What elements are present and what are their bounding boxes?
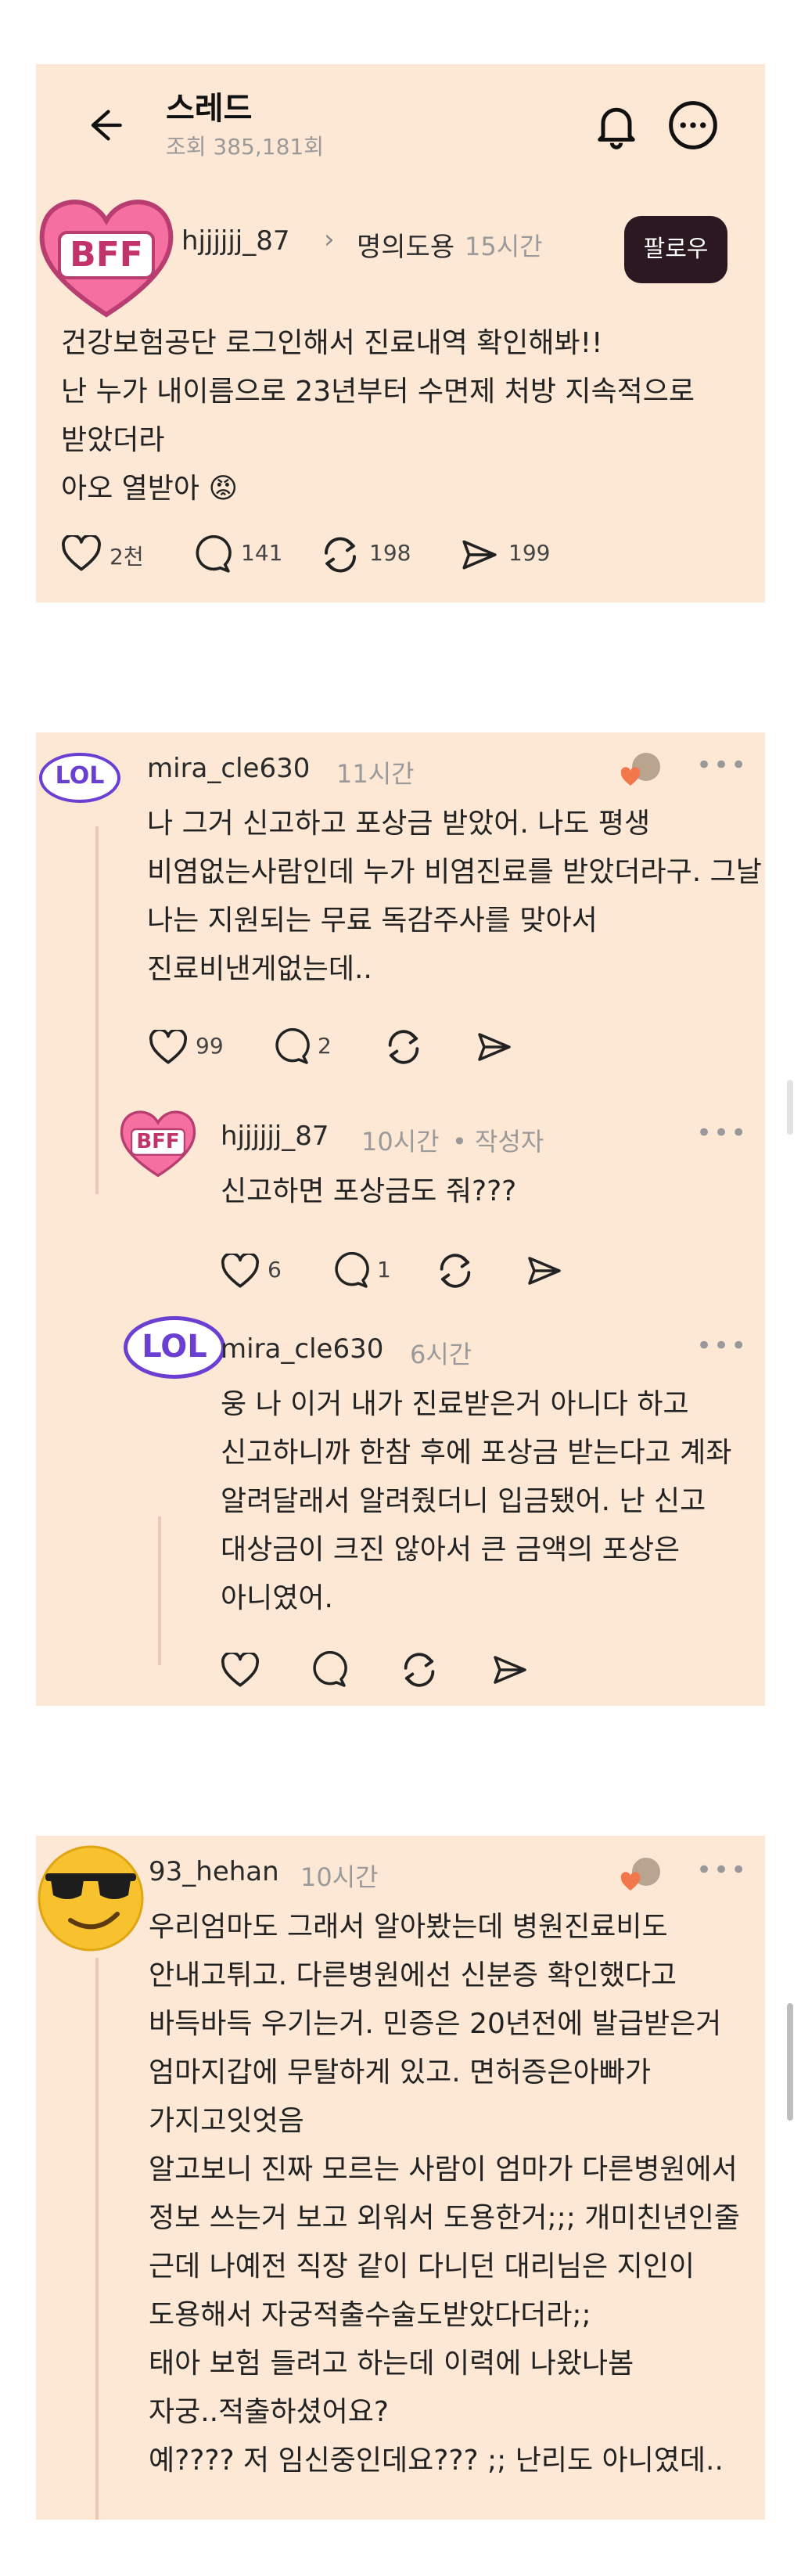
author-tag: • 작성자 <box>452 1127 544 1157</box>
reply-line: 알려달래서 알려줬더니 입금됐어. 난 신고 <box>221 1485 706 1517</box>
post-line: 받았더라 <box>61 424 165 456</box>
post-body: 건강보험공단 로그인해서 진료내역 확인해봐!! 난 누가 내이름으로 23년부… <box>61 319 695 513</box>
scrollbar-track-mark <box>787 1080 793 1135</box>
thread-line <box>95 826 99 1194</box>
post-time: 15시간 <box>465 232 543 261</box>
reply-line: 신고하니까 한참 후에 포상금 받는다고 계좌 <box>221 1437 732 1469</box>
reply-line: 엄마지갑에 무탈하게 있고. 면허증은아빠가 <box>149 2056 651 2089</box>
reply-more-icon[interactable]: ••• <box>696 750 748 781</box>
reply-line: 나 그거 신고하고 포상금 받았어. 나도 평생 <box>147 808 651 840</box>
heart-icon[interactable] <box>61 535 102 573</box>
reply-time: 10시간 <box>300 1862 379 1892</box>
reply-line: 아니였어. <box>221 1582 333 1614</box>
reply-more-icon[interactable]: ••• <box>696 1855 748 1886</box>
reply-line: 우리엄마도 그래서 알아봤는데 병원진료비도 <box>149 1911 668 1943</box>
like-count: 6 <box>268 1257 282 1283</box>
more-options-icon[interactable] <box>666 99 720 152</box>
reply-line: 근데 나예전 직장 같이 다니던 대리님은 지인이 <box>149 2250 695 2283</box>
reply-username[interactable]: mira_cle630 <box>147 753 310 784</box>
follow-button[interactable]: 팔로우 <box>624 216 727 283</box>
comment-icon[interactable] <box>332 1252 369 1290</box>
repost-icon[interactable] <box>399 1650 440 1690</box>
reply-line: 웅 나 이거 내가 진료받은거 아니다 하고 <box>221 1388 689 1420</box>
comment-icon[interactable] <box>272 1028 310 1066</box>
reply-card: 93_hehan 10시간 ••• 우리엄마도 그래서 알아봤는데 병원진료비도… <box>36 1836 765 2520</box>
reply-line: 나는 지원되는 무료 독감주사를 맞아서 <box>147 905 598 937</box>
reply-line: 신고하면 포상금도 줘??? <box>221 1175 517 1207</box>
reply-username[interactable]: hjjjjjj_87 <box>221 1121 329 1152</box>
avatar-label: LOL <box>142 1329 207 1365</box>
chevron-right-icon: › <box>324 224 335 255</box>
reply-more-icon[interactable]: ••• <box>696 1117 748 1149</box>
share-icon[interactable] <box>458 535 499 574</box>
reply-line: 정보 쓰는거 보고 외워서 도용한거;;; 개미친년인줄 <box>149 2202 741 2234</box>
reply-line: 진료비낸게없는데.. <box>147 953 372 985</box>
comment-count: 1 <box>377 1257 391 1283</box>
comment-count: 2 <box>318 1033 332 1059</box>
reply-body: 웅 나 이거 내가 진료받은거 아니다 하고 신고하니까 한참 후에 포상금 받… <box>221 1380 731 1623</box>
comment-count: 141 <box>241 540 283 566</box>
share-icon[interactable] <box>490 1651 529 1689</box>
community-name[interactable]: 명의도용 <box>357 225 454 264</box>
reply-line: 가지고잇엇음 <box>149 2105 304 2137</box>
reply-time: 6시간 <box>410 1340 472 1369</box>
reply-line: 바득바득 우기는거. 민증은 20년전에 발급받은거 <box>149 2008 722 2040</box>
liked-by-author-icon <box>620 1853 663 1895</box>
repost-count: 198 <box>369 540 411 566</box>
reply-time: 10시간 <box>361 1127 440 1157</box>
back-arrow-icon[interactable] <box>83 105 124 146</box>
post-card: 스레드 조회 385,181회 BFF hjjjjjj_87 › 명의도용 15… <box>36 64 765 603</box>
post-line: 아오 열받아 😡 <box>61 473 239 505</box>
bell-icon[interactable] <box>590 99 643 152</box>
like-count: 2천 <box>110 544 144 570</box>
heart-icon[interactable] <box>221 1653 260 1689</box>
scrollbar[interactable] <box>787 2003 793 2121</box>
repost-icon[interactable] <box>319 534 361 576</box>
view-count: 조회 385,181회 <box>166 134 324 160</box>
reply-body: 신고하면 포상금도 줘??? <box>221 1167 516 1216</box>
reply-line: 대상금이 크진 않아서 큰 금액의 포상은 <box>221 1534 681 1566</box>
reply-more-icon[interactable]: ••• <box>696 1330 748 1362</box>
reply-line: 비염없는사람인데 누가 비염진료를 받았더라구. 그날 <box>147 856 762 888</box>
avatar-label: BFF <box>70 235 143 275</box>
avatar-label: LOL <box>55 762 105 790</box>
reply-username[interactable]: 93_hehan <box>149 1856 279 1887</box>
share-icon[interactable] <box>524 1252 563 1290</box>
reply-line: 안내고튀고. 다른병원에선 신분증 확인했다고 <box>149 1959 677 1991</box>
comment-icon[interactable] <box>310 1651 347 1689</box>
page-title: 스레드 <box>166 91 253 127</box>
share-count: 199 <box>508 540 551 566</box>
repost-icon[interactable] <box>383 1027 424 1067</box>
post-line: 건강보험공단 로그인해서 진료내역 확인해봐!! <box>61 327 603 359</box>
reply-line: 자궁..적출하셨어요? <box>149 2396 389 2428</box>
reply-body: 우리엄마도 그래서 알아봤는데 병원진료비도 안내고튀고. 다른병원에선 신분증… <box>149 1903 740 2485</box>
reply-line: 태아 보험 들려고 하는데 이력에 나왔나봄 <box>149 2348 634 2380</box>
reply-username[interactable]: mira_cle630 <box>221 1333 383 1365</box>
reply-line: 알고보니 진짜 모르는 사람이 엄마가 다른병원에서 <box>149 2153 738 2186</box>
reply-body: 나 그거 신고하고 포상금 받았어. 나도 평생 비염없는사람인데 누가 비염진… <box>147 800 762 994</box>
thread-line <box>95 1958 99 2520</box>
avatar-label: BFF <box>136 1130 180 1153</box>
repost-icon[interactable] <box>435 1250 476 1291</box>
post-line: 난 누가 내이름으로 23년부터 수면제 처방 지속적으로 <box>61 376 695 408</box>
reply-line: 예???? 저 임신중인데요??? ;; 난리도 아니였데.. <box>149 2445 724 2477</box>
heart-icon[interactable] <box>221 1254 260 1290</box>
share-icon[interactable] <box>474 1028 513 1066</box>
post-username[interactable]: hjjjjjj_87 <box>181 225 290 257</box>
heart-icon[interactable] <box>149 1030 188 1066</box>
liked-by-author-icon <box>620 748 663 790</box>
reply-thread-card: LOL mira_cle630 11시간 ••• 나 그거 신고하고 포상금 받… <box>36 732 765 1706</box>
reply-time: 11시간 <box>336 759 415 789</box>
thread-line <box>158 1516 161 1665</box>
avatar-sunglasses-emoji[interactable] <box>36 1836 145 1953</box>
comment-icon[interactable] <box>192 535 232 574</box>
reply-line: 도용해서 자궁적출수술도받았다더라;; <box>149 2299 591 2331</box>
like-count: 99 <box>196 1033 224 1059</box>
